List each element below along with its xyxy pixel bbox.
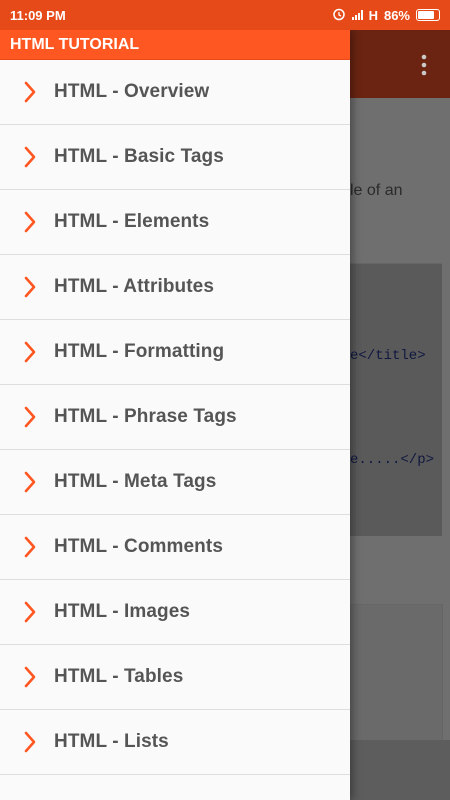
drawer-item-label: HTML - Phrase Tags [54,406,237,427]
drawer-item-label: HTML - Overview [54,81,210,102]
drawer-item[interactable]: HTML - Comments [0,515,350,580]
battery-icon [416,9,440,21]
drawer-item-label: HTML - Lists [54,731,169,752]
drawer-item-label: HTML - Elements [54,211,210,232]
drawer-item-label: HTML - Attributes [54,276,215,297]
drawer-item-label: HTML - Images [54,601,191,622]
code-line: e</title> [350,348,426,364]
chevron-right-icon [20,406,40,428]
drawer-menu: HTML - Overview HTML - Basic Tags HTML - E… [0,60,350,775]
drawer-item-label: HTML - Formatting [54,341,225,362]
drawer-item-label: HTML - Meta Tags [54,471,217,492]
signal-icon [351,10,363,20]
code-block [350,604,443,742]
chevron-right-icon [20,341,40,363]
drawer-item-label: HTML - Tables [54,666,184,687]
chevron-right-icon [20,666,40,688]
battery-percent: 86% [383,7,410,23]
drawer-item-label: HTML - Comments [54,536,223,557]
code-line: e.....</p> [350,452,435,468]
drawer-item[interactable]: HTML - Overview [0,60,350,125]
drawer-item[interactable]: HTML - Elements [0,190,350,255]
drawer-item[interactable]: HTML - Meta Tags [0,450,350,515]
chevron-right-icon [20,276,40,298]
drawer-item-label: HTML - Basic Tags [54,146,224,167]
drawer-item[interactable]: HTML - Formatting [0,320,350,385]
drawer-item[interactable]: HTML - Lists [0,710,350,775]
status-time: 11:09 PM [10,7,66,23]
content-text: le of an [350,182,403,199]
alarm-icon [332,7,346,24]
drawer-item[interactable]: HTML - Attributes [0,255,350,320]
more-vert-icon[interactable] [420,54,428,76]
drawer-title: HTML TUTORIAL [0,30,350,60]
network-type: H [368,7,378,23]
chevron-right-icon [20,81,40,103]
drawer-item[interactable]: HTML - Basic Tags [0,125,350,190]
chevron-right-icon [20,731,40,753]
status-icons: H 86% [332,7,440,24]
drawer-item[interactable]: HTML - Phrase Tags [0,385,350,450]
chevron-right-icon [20,536,40,558]
chevron-right-icon [20,601,40,623]
status-bar: 11:09 PM H 86% [0,0,450,30]
navigation-drawer: HTML TUTORIAL HTML - Overview HTML - Basi… [0,30,350,800]
chevron-right-icon [20,471,40,493]
code-block [350,263,442,536]
bottom-bar [350,740,450,800]
chevron-right-icon [20,146,40,168]
drawer-item[interactable]: HTML - Tables [0,645,350,710]
chevron-right-icon [20,211,40,233]
drawer-item[interactable]: HTML - Images [0,580,350,645]
